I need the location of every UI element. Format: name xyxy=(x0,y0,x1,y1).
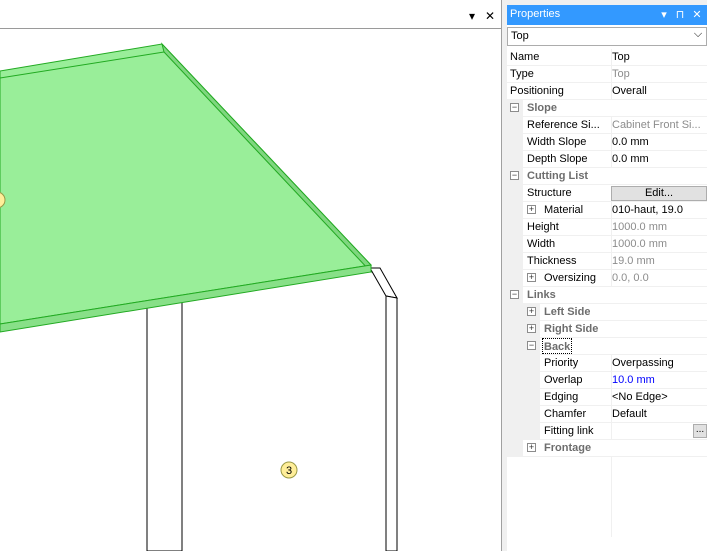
close-icon[interactable]: ✕ xyxy=(691,8,703,22)
dropdown-icon[interactable]: ▾ xyxy=(465,9,479,23)
category-cutting-list[interactable]: − Cutting List xyxy=(507,168,707,185)
property-label: Type xyxy=(510,68,534,80)
top-panel-surface[interactable] xyxy=(0,43,373,325)
property-value[interactable]: 10.0 mm xyxy=(611,372,707,388)
collapse-icon[interactable]: − xyxy=(527,341,536,350)
property-label: Name xyxy=(510,51,540,63)
property-value[interactable]: <No Edge> xyxy=(611,389,707,405)
category-label: Cutting List xyxy=(527,170,589,182)
collapse-icon[interactable]: − xyxy=(510,290,519,299)
property-label: Structure xyxy=(527,187,572,199)
property-label: Fitting link xyxy=(544,425,594,437)
property-row-type[interactable]: Type Top xyxy=(507,66,707,83)
properties-title: Properties xyxy=(510,8,561,20)
category-frontage[interactable]: + Frontage xyxy=(507,440,707,457)
property-value: 0.0, 0.0 xyxy=(611,270,707,286)
expand-icon[interactable]: + xyxy=(527,443,536,452)
property-label: Height xyxy=(527,221,559,233)
property-row-material[interactable]: + Material 010-haut, 19.0 xyxy=(507,202,707,219)
property-row-oversizing[interactable]: + Oversizing 0.0, 0.0 xyxy=(507,270,707,287)
property-value: 1000.0 mm xyxy=(611,219,707,235)
object-selector-value: Top xyxy=(511,30,529,42)
chevron-down-icon[interactable]: ⌵ xyxy=(692,28,704,41)
collapse-icon[interactable]: − xyxy=(510,103,519,112)
property-row-structure[interactable]: Structure Edit... xyxy=(507,185,707,202)
pin-icon[interactable]: ⊓ xyxy=(674,8,686,22)
property-value: 19.0 mm xyxy=(611,253,707,269)
part-number-bubble[interactable]: 3 xyxy=(280,461,298,479)
close-icon[interactable]: ✕ xyxy=(483,9,497,23)
category-label: Links xyxy=(527,289,556,301)
category-label: Frontage xyxy=(544,442,592,454)
property-value[interactable]: Default xyxy=(611,406,707,422)
property-value[interactable]: 010-haut, 19.0 xyxy=(611,202,707,218)
property-row-height[interactable]: Height 1000.0 mm xyxy=(507,219,707,236)
back-panel-face[interactable] xyxy=(146,301,183,551)
expand-icon[interactable]: + xyxy=(527,273,536,282)
category-back[interactable]: − Back xyxy=(507,338,707,355)
category-slope[interactable]: − Slope xyxy=(507,100,707,117)
cabinet-side-panels xyxy=(146,267,398,551)
property-label: Overlap xyxy=(544,374,583,386)
property-row-edging[interactable]: Edging <No Edge> xyxy=(507,389,707,406)
property-label: Reference Si... xyxy=(527,119,600,131)
category-left-side[interactable]: + Left Side xyxy=(507,304,707,321)
property-row-priority[interactable]: Priority Overpassing xyxy=(507,355,707,372)
property-label: Width Slope xyxy=(527,136,587,148)
property-value[interactable]: Top xyxy=(611,49,707,65)
property-label: Positioning xyxy=(510,85,564,97)
property-row-name[interactable]: Name Top xyxy=(507,49,707,66)
right-side-panel-face[interactable] xyxy=(385,295,398,551)
right-side-panel[interactable] xyxy=(369,267,398,299)
property-row-reference-side[interactable]: Reference Si... Cabinet Front Si... xyxy=(507,117,707,134)
object-selector[interactable]: Top ⌵ xyxy=(507,27,707,46)
property-value: 1000.0 mm xyxy=(611,236,707,252)
grid-empty-area xyxy=(507,457,707,537)
property-row-width-slope[interactable]: Width Slope 0.0 mm xyxy=(507,134,707,151)
properties-title-bar: Properties ▾ ⊓ ✕ xyxy=(507,5,707,25)
property-row-fitting-link[interactable]: Fitting link ... xyxy=(507,423,707,440)
property-row-chamfer[interactable]: Chamfer Default xyxy=(507,406,707,423)
expand-icon[interactable]: + xyxy=(527,324,536,333)
property-row-width[interactable]: Width 1000.0 mm xyxy=(507,236,707,253)
property-label: Material xyxy=(544,204,584,216)
property-value[interactable]: 0.0 mm xyxy=(611,151,707,167)
top-panel[interactable] xyxy=(0,42,373,333)
part-number-label: 3 xyxy=(286,465,292,477)
category-label: Right Side xyxy=(544,323,599,335)
category-label: Slope xyxy=(527,102,557,114)
property-label: Priority xyxy=(544,357,579,369)
browse-button[interactable]: ... xyxy=(693,424,707,438)
property-label: Width xyxy=(527,238,556,250)
category-right-side[interactable]: + Right Side xyxy=(507,321,707,338)
category-label: Back xyxy=(542,338,573,354)
viewport-header-bar: ▾ ✕ xyxy=(0,5,501,29)
category-label: Left Side xyxy=(544,306,591,318)
property-label: Depth Slope xyxy=(527,153,588,165)
property-value[interactable]: 0.0 mm xyxy=(611,134,707,150)
property-row-depth-slope[interactable]: Depth Slope 0.0 mm xyxy=(507,151,707,168)
panel-menu-icon[interactable]: ▾ xyxy=(658,8,670,22)
property-row-thickness[interactable]: Thickness 19.0 mm xyxy=(507,253,707,270)
property-label: Thickness xyxy=(527,255,577,267)
property-row-overlap[interactable]: Overlap 10.0 mm xyxy=(507,372,707,389)
property-grid: Name Top Type Top Positioning Overall − … xyxy=(507,49,707,537)
cabinet-scene[interactable]: 3 xyxy=(0,0,501,551)
collapse-icon[interactable]: − xyxy=(510,171,519,180)
expand-icon[interactable]: + xyxy=(527,307,536,316)
property-label: Edging xyxy=(544,391,579,403)
property-value[interactable]: Overpassing xyxy=(611,355,707,371)
property-value: Top xyxy=(611,66,707,82)
edit-structure-button[interactable]: Edit... xyxy=(611,186,707,201)
properties-panel: Properties ▾ ⊓ ✕ Top ⌵ Name Top Type Top… xyxy=(507,5,707,551)
3d-viewport[interactable]: 3 ▾ ✕ xyxy=(0,0,501,551)
property-value[interactable]: Overall xyxy=(611,83,707,99)
property-label: Chamfer xyxy=(544,408,587,420)
property-label: Oversizing xyxy=(544,272,596,284)
property-row-positioning[interactable]: Positioning Overall xyxy=(507,83,707,100)
category-links[interactable]: − Links xyxy=(507,287,707,304)
property-value: Cabinet Front Si... xyxy=(611,117,707,133)
expand-icon[interactable]: + xyxy=(527,205,536,214)
